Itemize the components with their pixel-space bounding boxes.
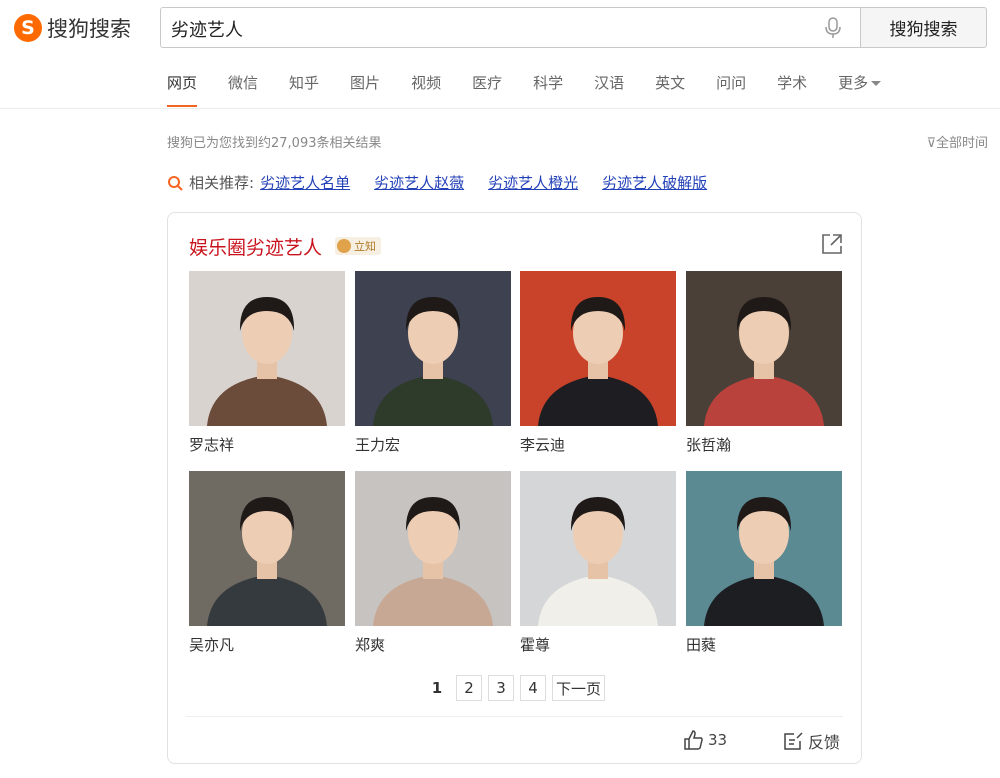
filter-icon: ⊽ — [926, 136, 936, 151]
artist-item[interactable]: 田蕤 — [686, 471, 842, 655]
artist-photo[interactable] — [686, 271, 842, 426]
external-link-icon[interactable] — [821, 233, 843, 255]
page-button[interactable]: 1 — [424, 675, 450, 701]
artist-item[interactable]: 李云迪 — [520, 271, 676, 455]
header: S 搜狗搜索 搜狗搜索 — [0, 0, 1000, 60]
artist-name[interactable]: 田蕤 — [686, 634, 842, 655]
page-button[interactable]: 4 — [519, 675, 546, 701]
artist-photo[interactable] — [520, 471, 676, 626]
search-box — [160, 7, 860, 49]
page-button[interactable]: 2 — [455, 675, 482, 701]
logo-text: 搜狗搜索 — [47, 17, 131, 41]
time-filter-label: 全部时间 — [935, 136, 988, 151]
next-page-button[interactable]: 下一页 — [551, 675, 605, 701]
lizhi-icon — [337, 239, 351, 253]
tab-6[interactable]: 科学 — [533, 72, 563, 107]
tab-3[interactable]: 图片 — [350, 72, 380, 107]
artist-name[interactable]: 李云迪 — [520, 434, 676, 455]
like-count: 33 — [708, 731, 728, 749]
tab-9[interactable]: 问问 — [716, 72, 746, 107]
related-searches: 相关推荐: 劣迹艺人名单 劣迹艺人赵薇 劣迹艺人橙光 劣迹艺人破解版 — [167, 172, 731, 193]
related-label: 相关推荐: — [189, 174, 255, 192]
card-title[interactable]: 娱乐圈劣迹艺人 — [189, 233, 322, 260]
artist-photo[interactable] — [355, 471, 511, 626]
tab-10[interactable]: 学术 — [777, 72, 807, 107]
search-icon — [168, 175, 183, 191]
time-filter[interactable]: ⊽全部时间 — [926, 132, 988, 151]
artist-item[interactable]: 罗志祥 — [189, 271, 345, 455]
artist-name[interactable]: 吴亦凡 — [189, 634, 345, 655]
search-input[interactable] — [169, 8, 813, 49]
lizhi-badge: 立知 — [335, 237, 381, 255]
tab-5[interactable]: 医疗 — [472, 72, 502, 107]
artist-photo[interactable] — [520, 271, 676, 426]
feedback-icon — [784, 732, 803, 750]
artist-name[interactable]: 王力宏 — [355, 434, 511, 455]
related-link[interactable]: 劣迹艺人名单 — [260, 172, 350, 193]
related-link[interactable]: 劣迹艺人橙光 — [488, 172, 578, 193]
artist-card: 娱乐圈劣迹艺人 立知 罗志祥 王力宏 李云迪 张哲瀚吴亦凡 郑爽 霍尊 田蕤 1 2 3 4 下一页… — [167, 212, 862, 764]
like-button[interactable]: 33 — [682, 729, 727, 751]
feedback-button[interactable]: 反馈 — [782, 729, 840, 753]
logo-icon: S — [14, 14, 42, 42]
related-links: 劣迹艺人名单 劣迹艺人赵薇 劣迹艺人橙光 劣迹艺人破解版 — [260, 172, 731, 193]
artist-name[interactable]: 罗志祥 — [189, 434, 345, 455]
tab-11[interactable]: 更多 — [838, 72, 882, 107]
tab-7[interactable]: 汉语 — [594, 72, 624, 107]
tab-8[interactable]: 英文 — [655, 72, 685, 107]
artist-name[interactable]: 郑爽 — [355, 634, 511, 655]
tab-4[interactable]: 视频 — [411, 72, 441, 107]
related-link[interactable]: 劣迹艺人赵薇 — [374, 172, 464, 193]
card-divider — [186, 716, 843, 717]
nav-tabs: 网页 微信 知乎 图片 视频 医疗 科学 汉语 英文 问问 学术 更多 — [167, 72, 912, 107]
artist-name[interactable]: 霍尊 — [520, 634, 676, 655]
feedback-label: 反馈 — [808, 733, 841, 752]
artist-name[interactable]: 张哲瀚 — [686, 434, 842, 455]
tab-1[interactable]: 微信 — [228, 72, 258, 107]
artist-photo[interactable] — [686, 471, 842, 626]
nav-divider — [0, 108, 1000, 109]
search-button[interactable]: 搜狗搜索 — [860, 7, 987, 48]
artist-item[interactable]: 王力宏 — [355, 271, 511, 455]
sogou-logo[interactable]: S 搜狗搜索 — [14, 13, 131, 43]
related-link[interactable]: 劣迹艺人破解版 — [602, 172, 707, 193]
artist-item[interactable]: 吴亦凡 — [189, 471, 345, 655]
artist-item[interactable]: 霍尊 — [520, 471, 676, 655]
tab-2[interactable]: 知乎 — [289, 72, 319, 107]
artist-photo[interactable] — [355, 271, 511, 426]
microphone-icon[interactable] — [823, 17, 843, 39]
page-button[interactable]: 3 — [487, 675, 514, 701]
tab-0[interactable]: 网页 — [167, 72, 198, 107]
lizhi-label: 立知 — [354, 240, 376, 253]
result-count: 搜狗已为您找到约27,093条相关结果 — [167, 136, 382, 151]
caret-down-icon — [871, 81, 882, 86]
pagination: 1 2 3 4 下一页 — [168, 675, 861, 701]
thumbs-up-icon — [684, 730, 703, 750]
artist-photo[interactable] — [189, 271, 345, 426]
artist-item[interactable]: 郑爽 — [355, 471, 511, 655]
artist-photo[interactable] — [189, 471, 345, 626]
artist-item[interactable]: 张哲瀚 — [686, 271, 842, 455]
